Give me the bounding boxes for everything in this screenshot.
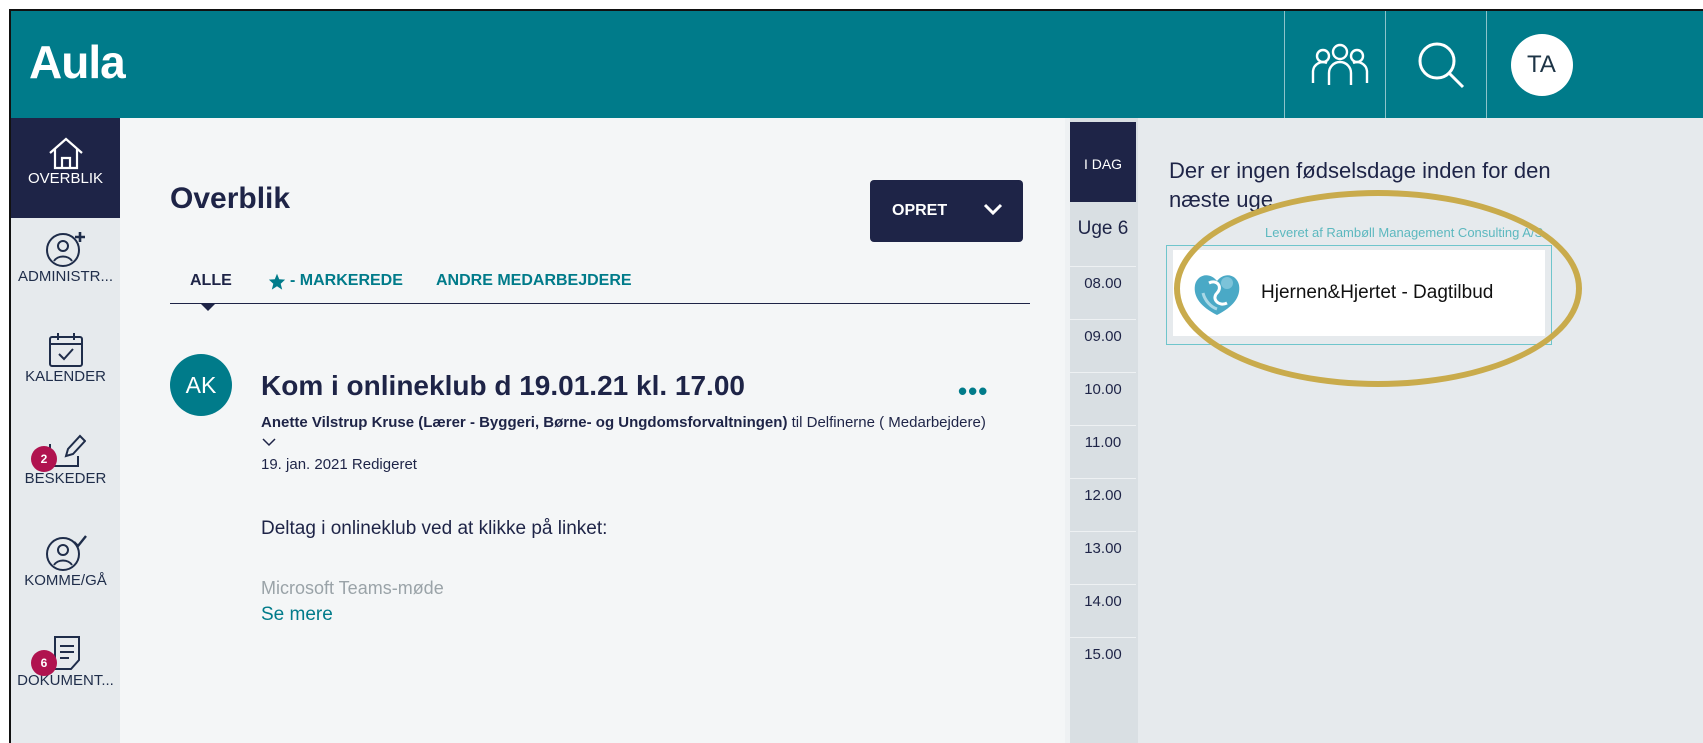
- week-label: Uge 6: [1077, 218, 1129, 239]
- tab-markerede[interactable]: - MARKEREDE: [268, 272, 403, 290]
- tab-label: ALLE: [190, 272, 232, 289]
- sidebar-item-dokumenter[interactable]: DOKUMENT... 6: [11, 634, 120, 714]
- filter-tabs: ALLE - MARKEREDE ANDRE MEDARBEJDERE: [170, 268, 1030, 311]
- search-icon: [1418, 42, 1464, 88]
- highlight-ellipse: [1174, 190, 1582, 387]
- post-body: Deltag i onlineklub ved at klikke på lin…: [261, 518, 608, 539]
- hour-slot[interactable]: 15.00: [1070, 637, 1136, 689]
- home-icon: [48, 137, 83, 170]
- tab-andre-medarbejdere[interactable]: ANDRE MEDARBEJDERE: [436, 272, 632, 290]
- sidebar-item-kalender[interactable]: KALENDER: [11, 332, 120, 412]
- page-title: Overblik: [170, 182, 291, 215]
- post-meta: Anette Vilstrup Kruse (Lærer - Byggeri, …: [261, 414, 986, 431]
- profile-button[interactable]: TA: [1486, 11, 1596, 118]
- sidebar-item-label: OVERBLIK: [27, 170, 104, 187]
- hour-slot[interactable]: 14.00: [1070, 584, 1136, 636]
- tab-label: ANDRE MEDARBEJDERE: [436, 272, 632, 289]
- calendar-strip: I DAG Uge 6 08.00 09.00 10.00 11.00 12.0…: [1070, 118, 1138, 743]
- star-icon: [268, 273, 286, 290]
- top-bar: Aula TA: [11, 11, 1703, 118]
- people-icon: [1311, 43, 1368, 85]
- aula-logo[interactable]: Aula: [29, 35, 126, 89]
- hour-slot[interactable]: 08.00: [1070, 266, 1136, 318]
- create-button[interactable]: OPRET: [870, 180, 1023, 242]
- check-user-icon: [45, 535, 87, 571]
- app-window: Aula TA OVERBLIK ADMINISTR... KALENDER B…: [9, 9, 1703, 743]
- sidebar-item-label: BESKEDER: [24, 470, 107, 487]
- add-user-icon: [45, 232, 85, 267]
- more-options-button[interactable]: •••: [958, 376, 988, 407]
- sidebar: OVERBLIK ADMINISTR... KALENDER BESKEDER …: [11, 118, 120, 743]
- tab-label: - MARKEREDE: [290, 272, 403, 289]
- tab-alle[interactable]: ALLE: [190, 272, 232, 290]
- hour-slot[interactable]: 11.00: [1070, 425, 1136, 477]
- sidebar-item-label: ADMINISTR...: [17, 268, 113, 285]
- chevron-down-icon[interactable]: [261, 436, 277, 448]
- hour-slot[interactable]: 09.00: [1070, 319, 1136, 371]
- post-body-preview: Microsoft Teams-møde: [261, 578, 444, 598]
- unread-badge: 6: [31, 650, 57, 676]
- post-recipients: til Delfinerne ( Medarbejdere): [787, 414, 986, 431]
- sidebar-item-beskeder[interactable]: BESKEDER 2: [11, 432, 120, 512]
- sidebar-item-label: DOKUMENT...: [17, 672, 114, 689]
- create-button-label: OPRET: [892, 202, 948, 219]
- hour-slot[interactable]: 13.00: [1070, 531, 1136, 583]
- post-author[interactable]: Anette Vilstrup Kruse (Lærer - Byggeri, …: [261, 414, 787, 431]
- sidebar-item-overblik[interactable]: OVERBLIK: [11, 118, 120, 218]
- groups-button[interactable]: [1284, 11, 1394, 118]
- main-content: Overblik OPRET ALLE - MARKEREDE ANDRE ME…: [120, 118, 1065, 743]
- sidebar-item-label: KOMME/GÅ: [24, 572, 107, 589]
- today-button[interactable]: I DAG: [1070, 122, 1136, 202]
- post-date: 19. jan. 2021 Redigeret: [261, 456, 417, 473]
- avatar: TA: [1510, 33, 1573, 96]
- hour-slot[interactable]: 12.00: [1070, 478, 1136, 530]
- search-button[interactable]: [1385, 11, 1495, 118]
- post-title[interactable]: Kom i onlineklub d 19.01.21 kl. 17.00: [261, 370, 745, 402]
- calendar-icon: [48, 333, 83, 367]
- post-author-avatar[interactable]: AK: [170, 354, 232, 416]
- sidebar-item-label: KALENDER: [25, 368, 106, 385]
- unread-badge: 2: [31, 446, 57, 472]
- see-more-link[interactable]: Se mere: [261, 604, 333, 626]
- hour-slot[interactable]: 10.00: [1070, 372, 1136, 424]
- sidebar-item-administration[interactable]: ADMINISTR...: [11, 230, 120, 310]
- sidebar-item-komme-gaa[interactable]: KOMME/GÅ: [11, 534, 120, 614]
- active-tab-indicator: [200, 303, 216, 311]
- chevron-down-icon: [983, 203, 1003, 216]
